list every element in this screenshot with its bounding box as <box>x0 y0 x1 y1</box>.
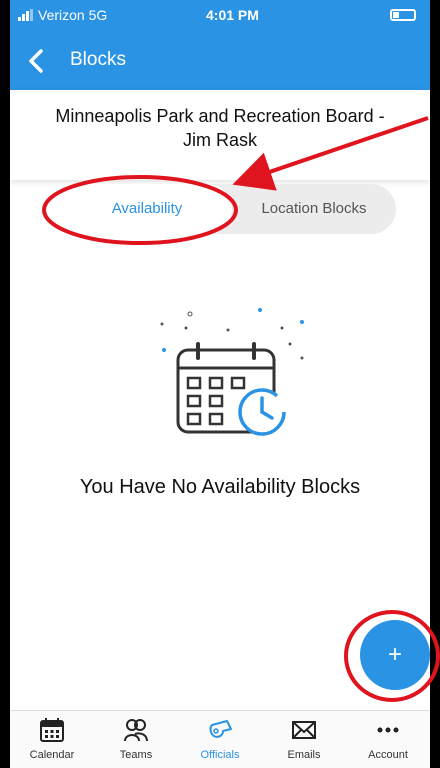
add-block-button[interactable]: + <box>360 620 430 690</box>
envelope-icon <box>292 721 316 739</box>
tab-bar-label-account: Account <box>368 749 408 761</box>
nav-bar: Blocks <box>10 32 430 90</box>
calendar-clock-icon <box>160 308 304 436</box>
organization-name: Minneapolis Park and Recreation Board - <box>55 106 385 126</box>
clock: 4:01 PM <box>206 7 259 23</box>
tab-bar-item-account[interactable]: Account <box>346 711 430 768</box>
status-bar: Verizon 5G 4:01 PM <box>10 0 430 32</box>
signal-icon <box>18 9 33 21</box>
organization-header: Minneapolis Park and Recreation Board - … <box>10 90 430 180</box>
tab-bar: Calendar Teams Officials Emails Account <box>10 710 430 768</box>
tab-bar-item-teams[interactable]: Teams <box>94 711 178 768</box>
empty-state-message: You Have No Availability Blocks <box>79 476 361 498</box>
carrier-label: Verizon 5G <box>38 7 108 23</box>
tab-bar-item-calendar[interactable]: Calendar <box>10 711 94 768</box>
back-chevron-icon[interactable] <box>22 46 52 76</box>
tab-bar-item-emails[interactable]: Emails <box>262 711 346 768</box>
tab-location-blocks[interactable]: Location Blocks <box>232 184 396 234</box>
whistle-icon <box>209 720 232 738</box>
phone-screen: Verizon 5G 4:01 PM Blocks Minneapolis Pa… <box>10 0 430 768</box>
tab-availability[interactable]: Availability <box>62 184 232 234</box>
teams-icon <box>124 719 148 742</box>
official-name: Jim Rask <box>182 130 257 150</box>
tab-bar-label-teams: Teams <box>119 749 153 761</box>
tab-bar-label-emails: Emails <box>287 749 321 761</box>
more-icon <box>377 727 399 733</box>
nav-title: Blocks <box>70 49 126 70</box>
tab-bar-label-calendar: Calendar <box>29 749 75 761</box>
segmented-control: Availability Location Blocks <box>62 184 396 234</box>
tab-bar-item-officials[interactable]: Officials <box>178 711 262 768</box>
battery-icon <box>390 9 416 21</box>
calendar-icon <box>40 718 64 742</box>
tab-bar-label-officials: Officials <box>200 749 240 761</box>
